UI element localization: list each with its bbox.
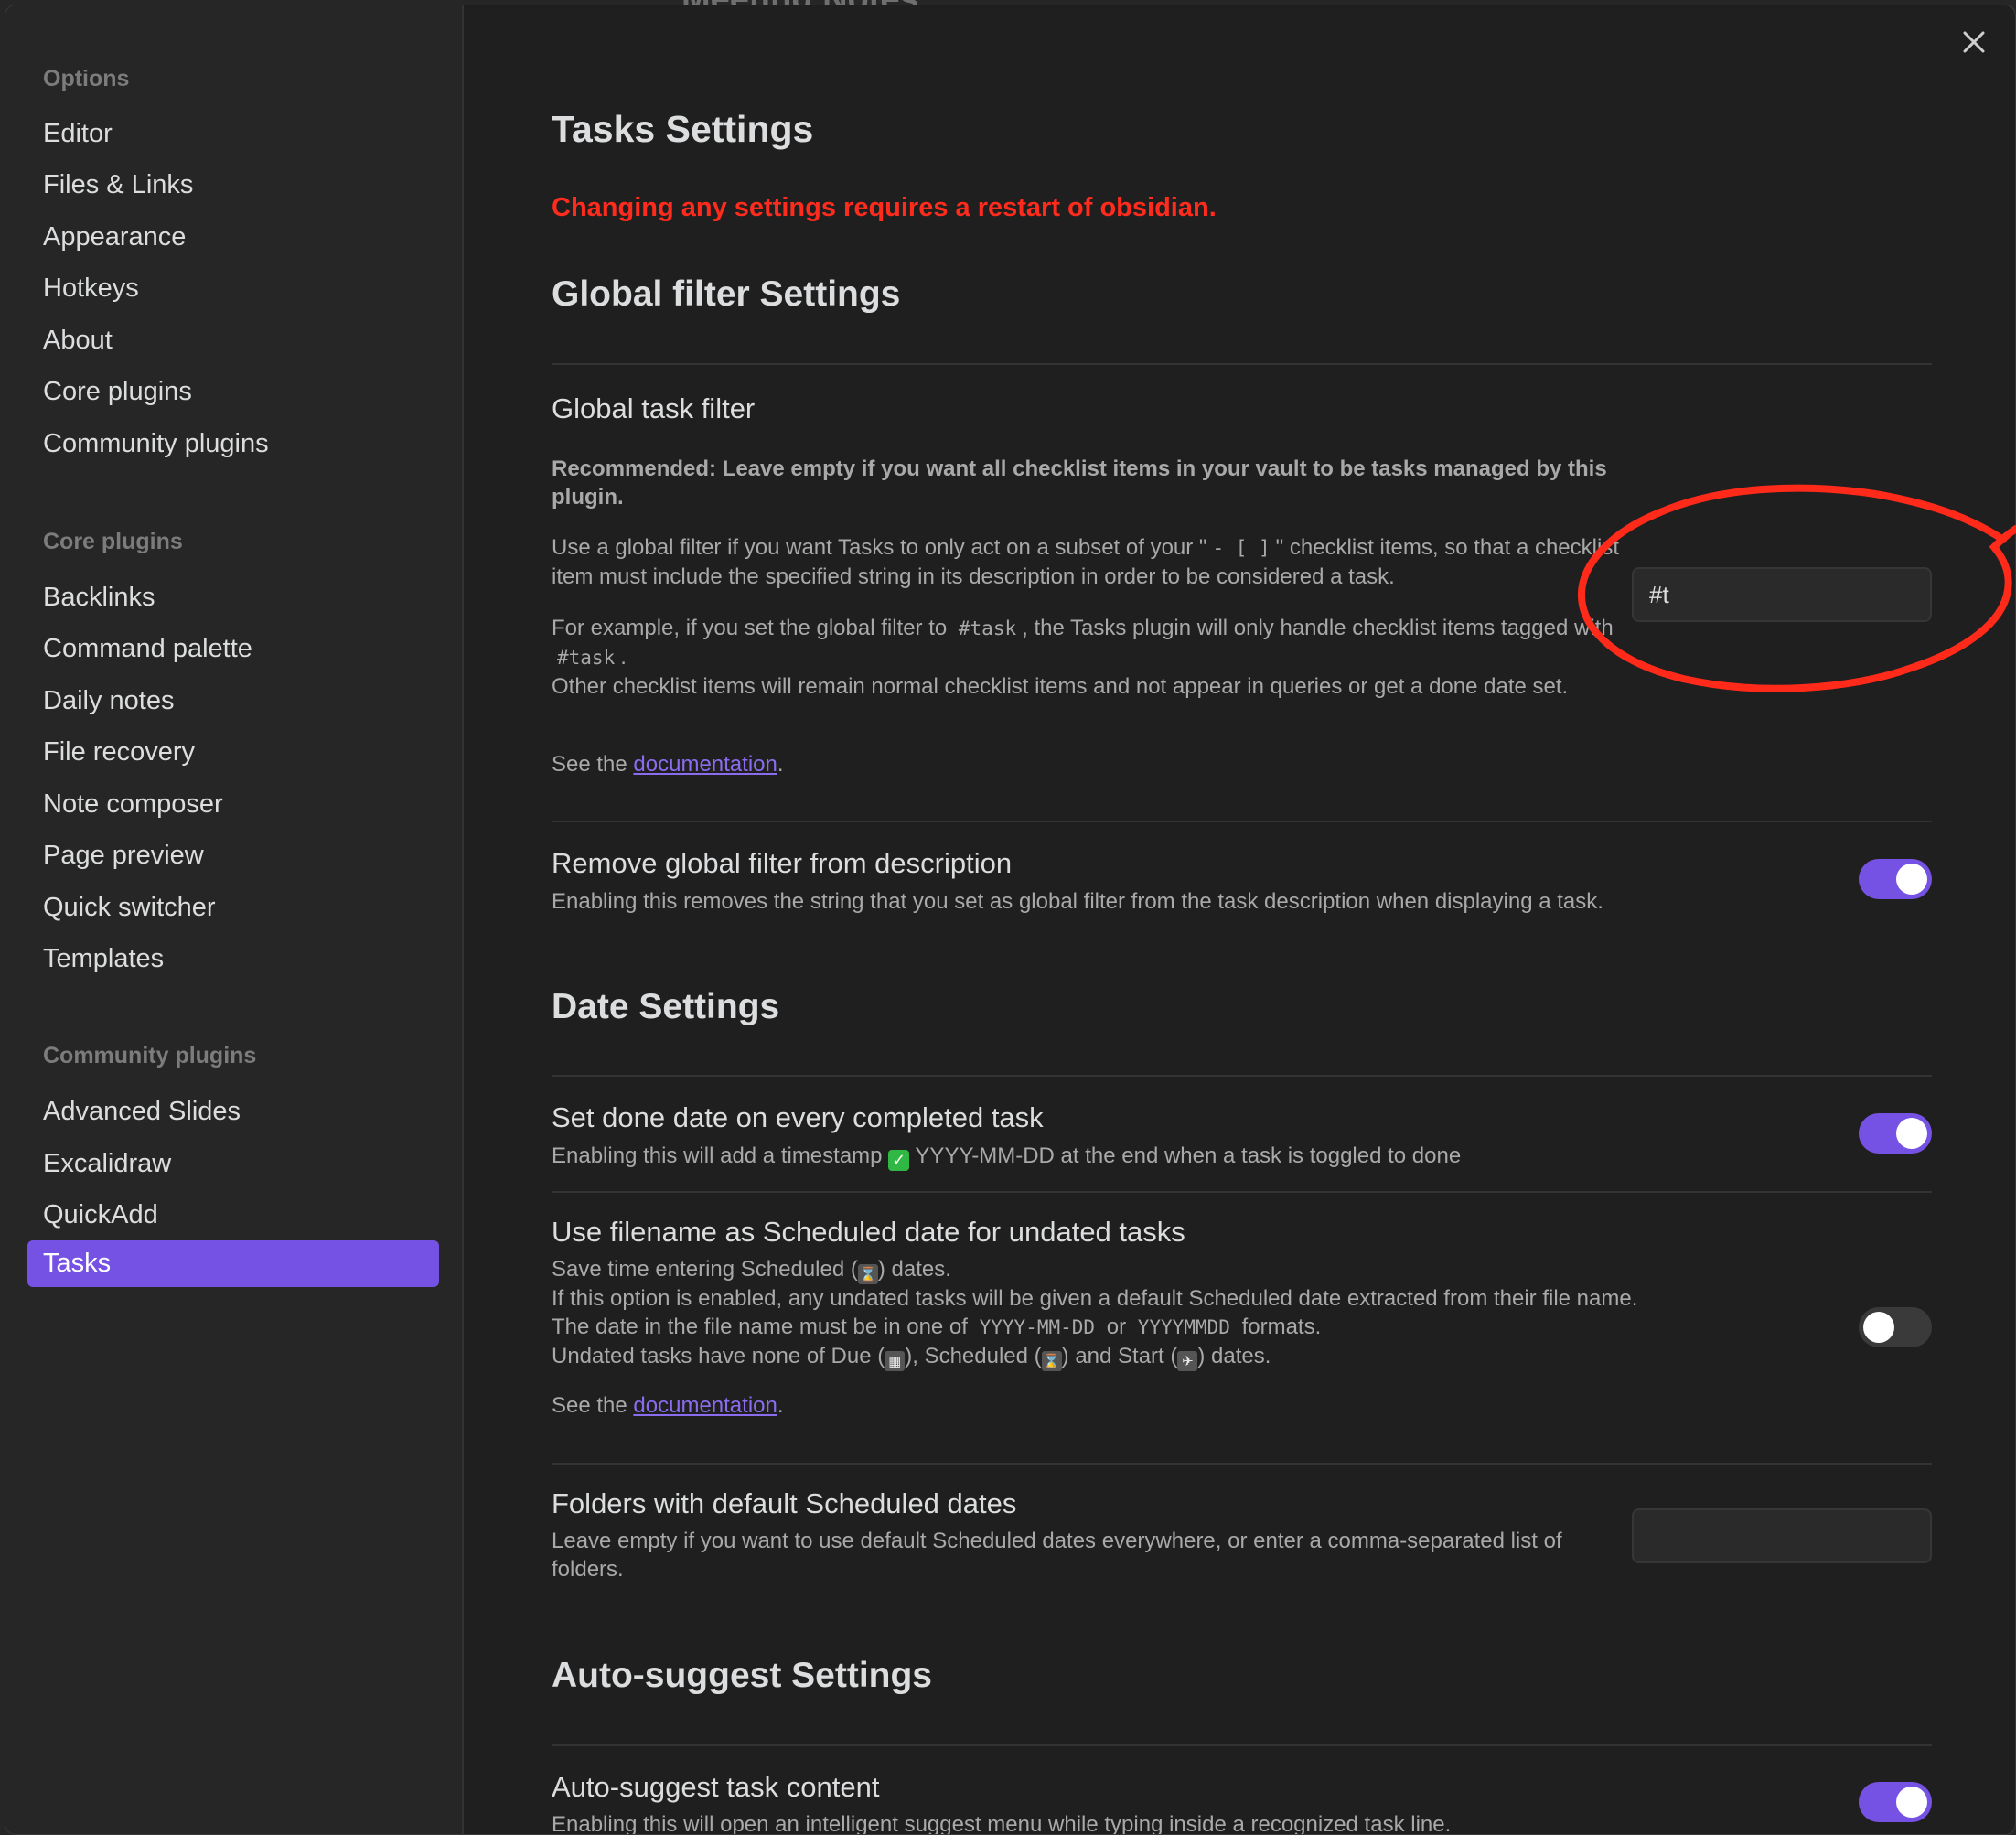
sidebar-item-files-links[interactable]: Files & Links <box>27 162 439 209</box>
desc2-part2: , the Tasks plugin will only handle chec… <box>1022 616 1614 640</box>
global-filter-heading: Global filter Settings <box>552 274 901 314</box>
done-date-desc: Enabling this will add a timestamp ✓ YYY… <box>552 1142 1461 1171</box>
done-date-desc-prefix: Enabling this will add a timestamp <box>552 1143 883 1168</box>
remove-filter-toggle[interactable] <box>1859 859 1932 899</box>
see-prefix: See the <box>552 1393 627 1418</box>
divider <box>552 821 1932 822</box>
sidebar-header-options: Options <box>43 66 130 91</box>
sidebar-item-file-recovery[interactable]: File recovery <box>27 729 439 776</box>
line4-prefix: Undated tasks have none of Due ( <box>552 1344 885 1368</box>
divider <box>552 1463 1932 1465</box>
line4-mid2: ) and Start ( <box>1061 1344 1178 1368</box>
line3-suffix: formats. <box>1241 1315 1322 1339</box>
hourglass-icon: ⌛ <box>857 1264 878 1284</box>
task-tag-code-2: #task <box>557 647 616 669</box>
done-date-toggle[interactable] <box>1859 1113 1932 1154</box>
airplane-icon: ✈ <box>1177 1351 1198 1371</box>
folders-name: Folders with default Scheduled dates <box>552 1487 1017 1519</box>
desc2-part1: For example, if you set the global filte… <box>552 616 948 640</box>
date-format-code-2: YYYYMMDD <box>1137 1316 1230 1338</box>
close-icon <box>1963 31 1985 53</box>
line4-suffix: ) dates. <box>1197 1344 1271 1368</box>
auto-suggest-toggle[interactable] <box>1859 1782 1932 1822</box>
remove-filter-desc: Enabling this removes the string that yo… <box>552 889 1603 914</box>
sidebar-item-daily-notes[interactable]: Daily notes <box>27 678 439 724</box>
line4-mid1: ), Scheduled ( <box>905 1344 1042 1368</box>
auto-suggest-content-desc: Enabling this will open an intelligent s… <box>552 1812 1452 1835</box>
sidebar-item-about[interactable]: About <box>27 317 439 364</box>
sidebar-item-page-preview[interactable]: Page preview <box>27 832 439 879</box>
settings-sidebar: Options Editor Files & Links Appearance … <box>5 5 464 1834</box>
folders-input[interactable] <box>1632 1508 1932 1563</box>
line3-prefix: The date in the file name must be in one… <box>552 1315 968 1339</box>
filename-scheduled-name: Use filename as Scheduled date for undat… <box>552 1216 1185 1248</box>
calendar-icon: ▦ <box>885 1351 906 1371</box>
sidebar-item-advanced-slides[interactable]: Advanced Slides <box>27 1089 439 1135</box>
desc1-part1: Use a global filter if you want Tasks to… <box>552 535 1207 560</box>
sidebar-item-excalidraw[interactable]: Excalidraw <box>27 1141 439 1187</box>
line3-or: or <box>1106 1315 1127 1339</box>
check-mark-icon: ✓ <box>888 1150 910 1171</box>
sidebar-item-command-palette[interactable]: Command palette <box>27 626 439 672</box>
divider <box>552 1191 1932 1193</box>
desc2-part3: . <box>620 645 627 670</box>
see-suffix: . <box>777 1393 784 1418</box>
page-title: Tasks Settings <box>552 108 814 150</box>
toggle-knob <box>1896 1118 1927 1149</box>
sidebar-item-note-composer[interactable]: Note composer <box>27 781 439 828</box>
global-filter-input[interactable] <box>1632 567 1932 622</box>
desc3: Other checklist items will remain normal… <box>552 674 1569 699</box>
sidebar-item-editor[interactable]: Editor <box>27 111 439 157</box>
auto-suggest-heading: Auto-suggest Settings <box>552 1656 932 1695</box>
global-filter-desc-2: For example, if you set the global filte… <box>552 614 1622 701</box>
close-button[interactable] <box>1957 26 1990 59</box>
remove-filter-name: Remove global filter from description <box>552 847 1013 879</box>
sidebar-item-tasks[interactable]: Tasks <box>27 1240 439 1287</box>
done-date-name: Set done date on every completed task <box>552 1101 1044 1133</box>
global-filter-recommended: Recommended: Leave empty if you want all… <box>552 455 1622 511</box>
date-settings-heading: Date Settings <box>552 987 780 1026</box>
toggle-knob <box>1863 1312 1894 1343</box>
filename-scheduled-see-docs: See the documentation. <box>552 1391 784 1420</box>
filename-scheduled-desc: Save time entering Scheduled (⌛) dates. … <box>552 1255 1637 1371</box>
restart-warning: Changing any settings requires a restart… <box>552 193 1217 222</box>
sidebar-item-community-plugins[interactable]: Community plugins <box>27 421 439 467</box>
global-filter-desc-1: Use a global filter if you want Tasks to… <box>552 533 1622 591</box>
sidebar-item-quickadd[interactable]: QuickAdd <box>27 1192 439 1239</box>
global-task-filter-name: Global task filter <box>552 392 756 424</box>
sidebar-header-community-plugins: Community plugins <box>43 1043 257 1068</box>
hourglass-icon: ⌛ <box>1041 1351 1062 1371</box>
line1-suffix: ) dates. <box>877 1257 951 1282</box>
sidebar-item-backlinks[interactable]: Backlinks <box>27 574 439 621</box>
task-tag-code: #task <box>958 617 1017 639</box>
see-prefix: See the <box>552 752 627 777</box>
sidebar-item-appearance[interactable]: Appearance <box>27 214 439 261</box>
sidebar-item-quick-switcher[interactable]: Quick switcher <box>27 885 439 931</box>
folders-desc: Leave empty if you want to use default S… <box>552 1529 1562 1582</box>
checklist-code: - [ ] <box>1212 537 1271 559</box>
global-filter-see-docs: See the documentation. <box>552 750 784 778</box>
settings-modal: Options Editor Files & Links Appearance … <box>5 5 2016 1835</box>
see-suffix: . <box>777 752 784 777</box>
settings-content: Tasks Settings Changing any settings req… <box>552 5 1932 1834</box>
toggle-knob <box>1896 1787 1927 1818</box>
documentation-link[interactable]: documentation <box>633 1393 777 1418</box>
recommended-text: Recommended: Leave empty if you want all… <box>552 456 1607 510</box>
date-format-code-1: YYYY-MM-DD <box>979 1316 1096 1338</box>
documentation-link[interactable]: documentation <box>633 752 777 777</box>
divider <box>552 363 1932 365</box>
sidebar-item-core-plugins[interactable]: Core plugins <box>27 369 439 415</box>
toggle-knob <box>1896 864 1927 895</box>
divider <box>552 1075 1932 1077</box>
done-date-desc-suffix: YYYY-MM-DD at the end when a task is tog… <box>915 1143 1462 1168</box>
sidebar-item-templates[interactable]: Templates <box>27 936 439 982</box>
filename-scheduled-toggle[interactable] <box>1859 1307 1932 1347</box>
line1-prefix: Save time entering Scheduled ( <box>552 1257 858 1282</box>
sidebar-header-core-plugins: Core plugins <box>43 529 183 554</box>
divider <box>552 1744 1932 1746</box>
sidebar-item-hotkeys[interactable]: Hotkeys <box>27 265 439 312</box>
line2: If this option is enabled, any undated t… <box>552 1286 1638 1311</box>
auto-suggest-content-name: Auto-suggest task content <box>552 1771 880 1803</box>
